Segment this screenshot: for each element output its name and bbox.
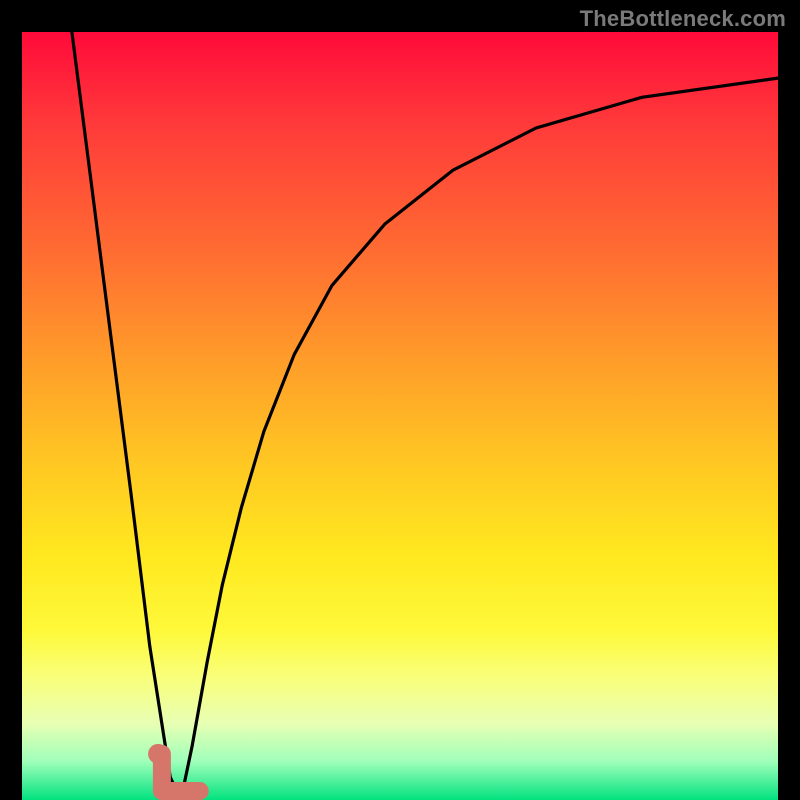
- curve-right-branch: [181, 78, 778, 800]
- watermark-text: TheBottleneck.com: [580, 6, 786, 32]
- chart-svg: [22, 32, 778, 800]
- curve-left-branch: [72, 32, 181, 800]
- bottom-notch: [162, 754, 200, 791]
- chart-plot-area: [22, 32, 778, 800]
- highlight-dot: [148, 744, 168, 764]
